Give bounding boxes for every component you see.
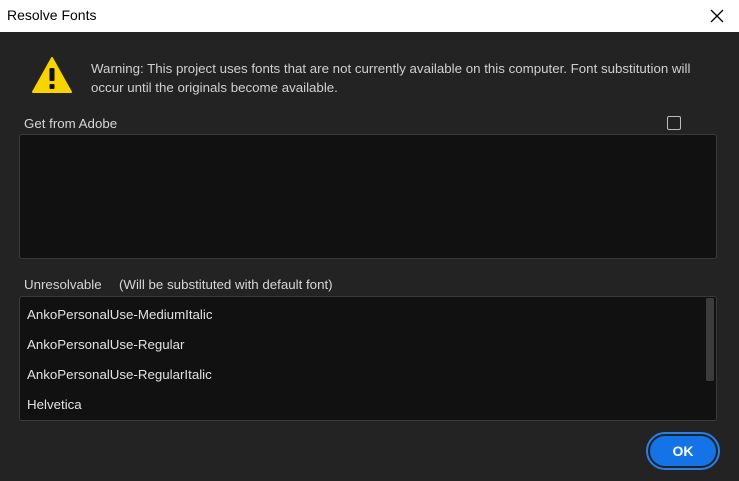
scrollbar[interactable] (706, 298, 714, 381)
list-item[interactable]: AnkoPersonalUse-Regular (27, 337, 184, 352)
get-from-adobe-checkbox[interactable] (667, 116, 681, 130)
get-from-adobe-label: Get from Adobe (24, 116, 118, 131)
unresolvable-note: (Will be substituted with default font) (119, 277, 333, 292)
ok-button-label: OK (650, 436, 716, 466)
warning-triangle-icon (32, 57, 72, 93)
dialog-body: Warning: This project uses fonts that ar… (0, 32, 739, 481)
unresolvable-font-list[interactable]: AnkoPersonalUse-MediumItalic AnkoPersona… (19, 296, 717, 421)
list-item[interactable]: AnkoPersonalUse-MediumItalic (27, 307, 213, 322)
get-from-adobe-list[interactable] (19, 134, 717, 259)
title-bar: Resolve Fonts (0, 0, 739, 32)
window-title: Resolve Fonts (7, 7, 97, 23)
resolve-fonts-dialog: Resolve Fonts Warning: This project uses… (0, 0, 739, 481)
close-icon (710, 9, 724, 23)
list-item[interactable]: Helvetica (27, 397, 82, 412)
ok-button[interactable]: OK (646, 432, 720, 470)
warning-message: Warning: This project uses fonts that ar… (91, 61, 691, 95)
list-item[interactable]: AnkoPersonalUse-RegularItalic (27, 367, 212, 382)
unresolvable-label: Unresolvable (24, 277, 102, 292)
close-button[interactable] (695, 0, 739, 32)
